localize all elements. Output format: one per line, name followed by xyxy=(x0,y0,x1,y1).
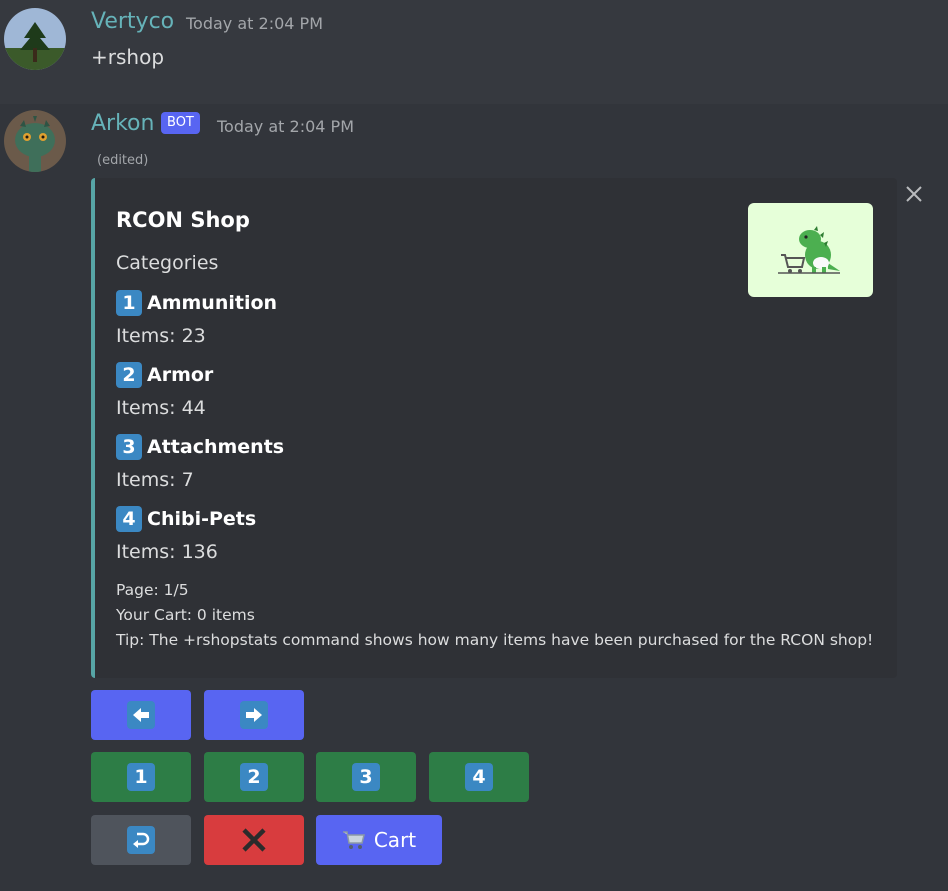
x-icon xyxy=(242,828,266,852)
select-category-2-button[interactable]: 2 xyxy=(204,752,304,802)
user-message: Vertyco Today at 2:04 PM +rshop xyxy=(0,0,948,100)
user-avatar[interactable] xyxy=(4,8,66,70)
message-content: +rshop xyxy=(91,45,165,69)
embed-thumbnail[interactable] xyxy=(748,203,873,297)
back-button[interactable] xyxy=(91,815,191,865)
embed-footer: Page: 1/5 Your Cart: 0 items Tip: The +r… xyxy=(116,578,873,653)
select-category-1-button[interactable]: 1 xyxy=(91,752,191,802)
cart-button[interactable]: Cart xyxy=(316,815,442,865)
timestamp: Today at 2:04 PM xyxy=(217,117,354,136)
embed-title: RCON Shop xyxy=(116,208,250,232)
bot-avatar[interactable] xyxy=(4,110,66,172)
category-name: Armor xyxy=(147,364,214,386)
dinosaur-shopping-cart-icon xyxy=(778,226,840,274)
next-page-button[interactable] xyxy=(204,690,304,740)
category-name: Ammunition xyxy=(147,292,278,314)
keycap-3-icon: 3 xyxy=(352,763,380,791)
category-items: Items: 44 xyxy=(116,397,206,419)
category-1: 1 Ammunition Items: 23 xyxy=(116,289,277,347)
category-items: Items: 23 xyxy=(116,325,206,347)
close-embed-button[interactable] xyxy=(900,180,928,208)
arrow-right-icon xyxy=(240,701,268,729)
embed-subtitle: Categories xyxy=(116,252,219,274)
tip-text: Tip: The +rshopstats command shows how m… xyxy=(116,631,874,649)
bot-tag: BOT xyxy=(161,112,200,134)
x-icon xyxy=(906,186,922,202)
shopping-cart-icon xyxy=(342,831,365,849)
cart-label: Cart xyxy=(373,828,417,852)
category-4: 4 Chibi-Pets Items: 136 xyxy=(116,505,256,563)
keycap-4-icon: 4 xyxy=(116,506,142,532)
category-3: 3 Attachments Items: 7 xyxy=(116,433,284,491)
cart-count: Your Cart: 0 items xyxy=(116,606,255,624)
edited-label: (edited) xyxy=(97,153,149,168)
keycap-1-icon: 1 xyxy=(116,290,142,316)
keycap-1-icon: 1 xyxy=(127,763,155,791)
cancel-button[interactable] xyxy=(204,815,304,865)
timestamp: Today at 2:04 PM xyxy=(186,14,323,33)
select-category-4-button[interactable]: 4 xyxy=(429,752,529,802)
category-items: Items: 136 xyxy=(116,541,218,563)
category-2: 2 Armor Items: 44 xyxy=(116,361,213,419)
bot-message: Arkon BOT Today at 2:04 PM (edited) RCON… xyxy=(0,104,948,891)
keycap-3-icon: 3 xyxy=(116,434,142,460)
bot-username[interactable]: Arkon xyxy=(91,111,154,136)
keycap-2-icon: 2 xyxy=(116,362,142,388)
category-items: Items: 7 xyxy=(116,469,194,491)
select-category-3-button[interactable]: 3 xyxy=(316,752,416,802)
username[interactable]: Vertyco xyxy=(91,9,174,34)
keycap-2-icon: 2 xyxy=(240,763,268,791)
return-arrow-icon xyxy=(127,826,155,854)
page-indicator: Page: 1/5 xyxy=(116,581,189,599)
shop-embed: RCON Shop Categories 1 Ammunition Items:… xyxy=(91,178,897,678)
keycap-4-icon: 4 xyxy=(465,763,493,791)
category-name: Chibi-Pets xyxy=(147,508,257,530)
previous-page-button[interactable] xyxy=(91,690,191,740)
arrow-left-icon xyxy=(127,701,155,729)
category-name: Attachments xyxy=(147,436,285,458)
